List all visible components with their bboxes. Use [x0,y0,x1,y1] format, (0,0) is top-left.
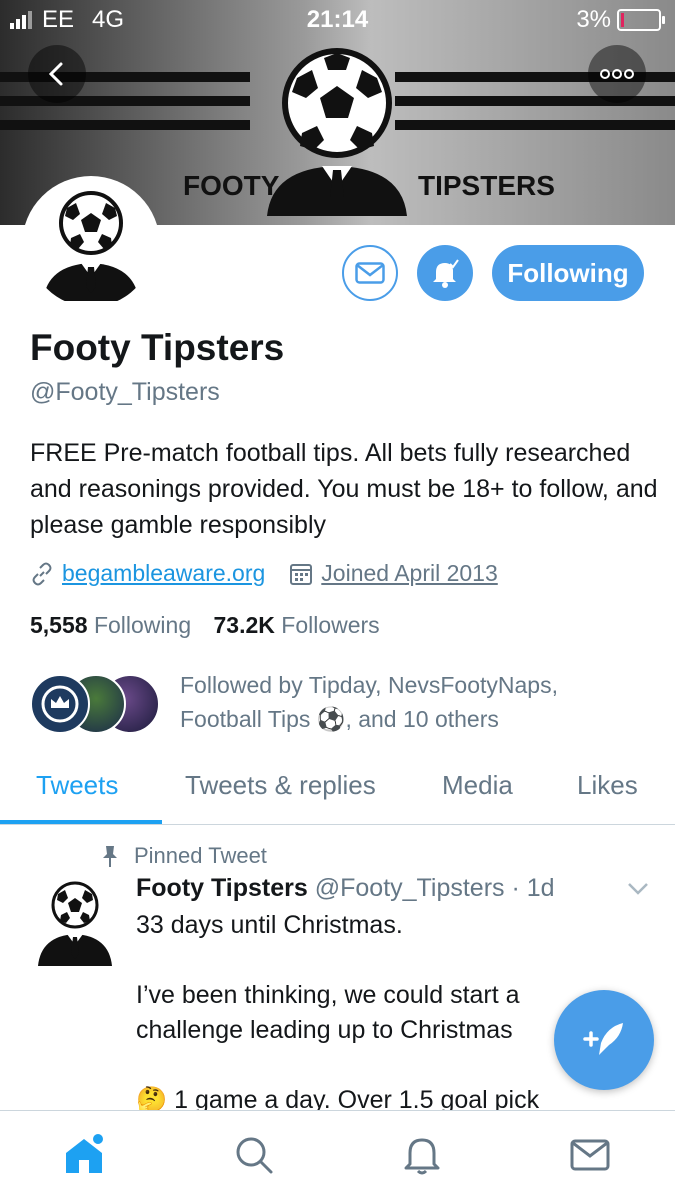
followed-by-line2a: Football Tips [180,706,311,732]
follow-counts: 5,558 Following 73.2K Followers [30,612,380,639]
followers-count: 73.2K [213,612,275,638]
followed-by-line1: Followed by Tipday, NevsFootyNaps, [180,672,558,698]
status-bar: EE 4G 21:14 3% [0,0,675,40]
profile-tabs: Tweets Tweets & replies Media Likes [0,758,675,825]
profile-avatar[interactable] [22,176,160,314]
following-button[interactable]: Following [492,245,644,301]
followers-stat[interactable]: 73.2K Followers [214,612,380,638]
bottom-nav [0,1110,675,1201]
tweet-body: 33 days until Christmas. I’ve been think… [136,908,576,1118]
envelope-icon [570,1139,610,1171]
banner-right-text: TIPSTERS [418,170,555,201]
banner-left-text: FOOTY [183,170,280,201]
more-button[interactable] [588,45,646,103]
link-icon [32,562,52,585]
pinned-label: Pinned Tweet [100,843,267,869]
clock: 21:14 [306,6,369,33]
tweet-author-avatar[interactable] [36,878,114,968]
tweet-author-handle: @Footy_Tipsters [314,874,505,902]
profile-bio: FREE Pre-match football tips. All bets f… [30,439,658,539]
tweet-line: I’ve been thinking, we could start a cha… [136,981,520,1044]
compose-button[interactable] [554,990,654,1090]
message-button[interactable] [342,245,398,301]
following-label: Following [93,612,192,638]
football-emoji-icon: ⚽ [316,706,346,732]
chevron-down-icon[interactable] [626,880,650,896]
home-icon [66,1134,103,1173]
crown-icon [41,685,79,723]
tab-tweets[interactable]: Tweets [36,770,118,801]
bell-icon [433,259,459,288]
profile-handle: @Footy_Tipsters [30,378,220,406]
following-stat[interactable]: 5,558 Following [30,612,191,638]
calendar-icon [290,563,313,585]
followed-by-avatars[interactable] [30,674,160,734]
compose-icon [583,1023,623,1055]
search-icon [236,1137,273,1174]
tweet-author-name[interactable]: Footy Tipsters [136,874,308,902]
more-icon [600,69,634,79]
battery-percent: 3% [576,6,611,33]
envelope-icon [355,262,385,284]
back-arrow-icon [48,62,63,86]
notifications-toggle[interactable] [417,245,473,301]
follower-avatar [30,674,90,734]
pinned-tweet-text: Pinned Tweet [134,843,267,868]
profile-meta: begambleaware.org Joined April 2013 [30,560,498,587]
pin-icon [103,846,117,867]
tab-media[interactable]: Media [442,770,513,801]
battery-icon [617,9,665,31]
banner-logo-icon [267,48,407,216]
bell-icon [404,1138,440,1175]
following-count: 5,558 [30,612,88,638]
nav-home[interactable] [62,1133,106,1177]
active-tab-indicator [0,820,162,824]
followed-by-text[interactable]: Followed by Tipday, NevsFootyNaps, Footb… [180,668,640,736]
back-button[interactable] [28,45,86,103]
tweet-line: 33 days until Christmas. [136,911,403,939]
followers-label: Followers [281,612,380,638]
tab-likes[interactable]: Likes [577,770,638,801]
tweet-time: · 1d [511,874,555,902]
tweet-header: Footy Tipsters @Footy_Tipsters · 1d [136,874,555,903]
avatar [29,183,153,307]
tab-tweets-replies[interactable]: Tweets & replies [185,770,376,801]
nav-notifications[interactable] [400,1133,444,1177]
website-link[interactable]: begambleaware.org [62,560,265,587]
nav-search[interactable] [232,1133,276,1177]
nav-messages[interactable] [568,1133,612,1177]
joined-date: Joined April 2013 [321,560,498,586]
profile-name: Footy Tipsters [30,327,285,368]
followed-by-line2b: , and 10 others [345,706,499,732]
